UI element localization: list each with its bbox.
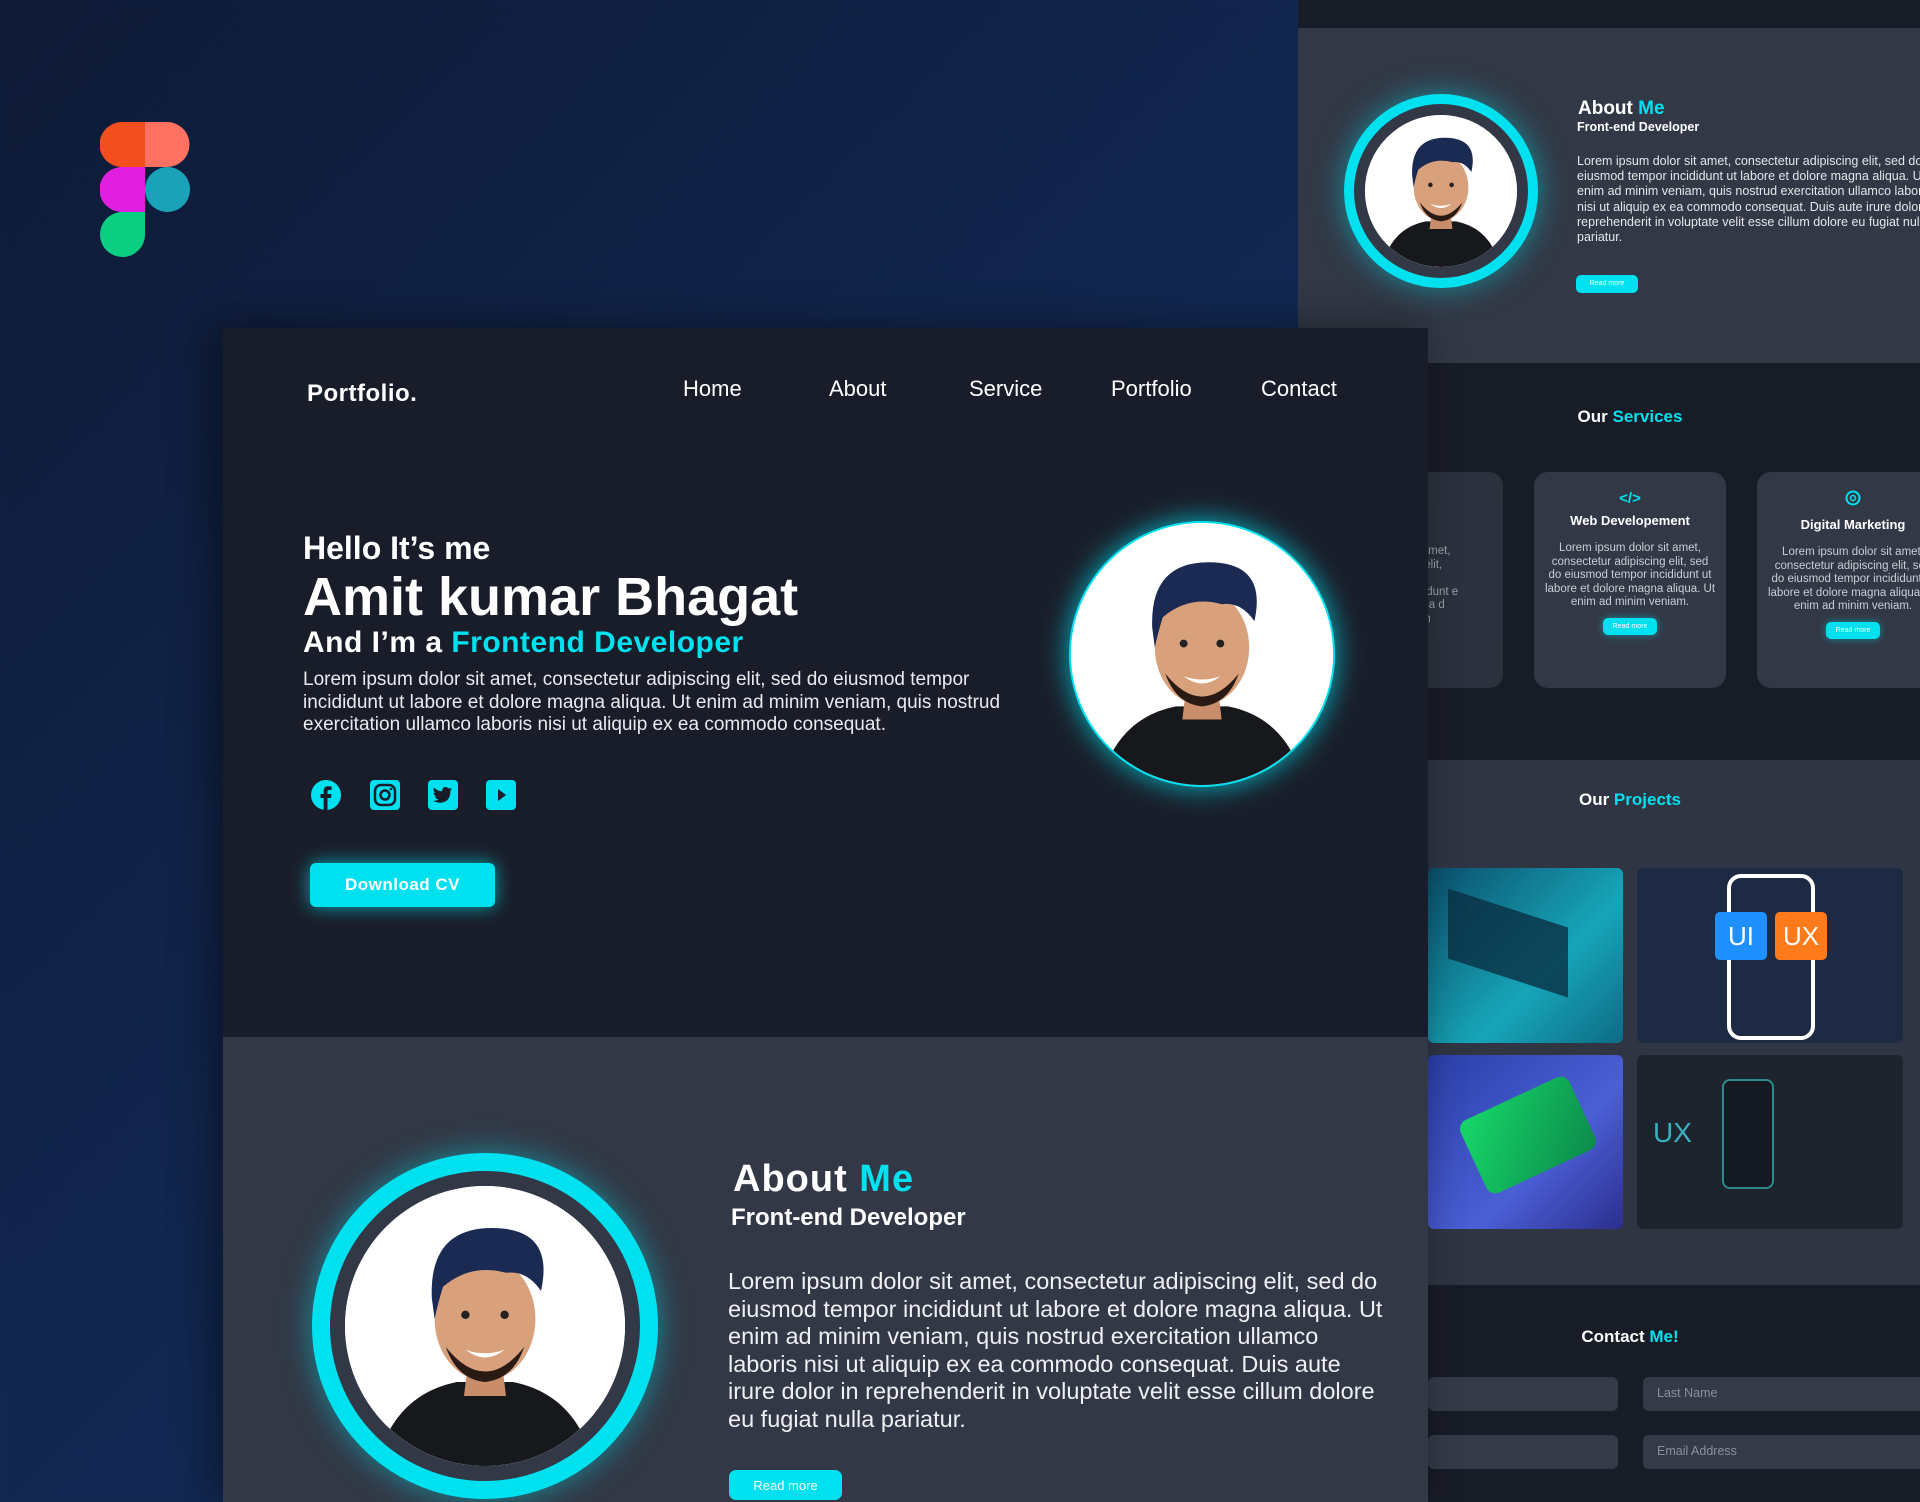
project-thumb-ux[interactable]: UX — [1637, 1055, 1903, 1229]
about-title: About Me — [1578, 98, 1665, 119]
facebook-icon[interactable] — [310, 779, 342, 811]
twitter-icon[interactable] — [427, 779, 459, 811]
read-more-button[interactable]: Read more — [1825, 621, 1881, 639]
project-thumb-laptop[interactable] — [1428, 868, 1623, 1043]
about-photo — [1365, 115, 1517, 267]
preview-about-section: About Me Front-end Developer Lorem ipsum… — [1298, 28, 1920, 363]
download-cv-button[interactable]: Download CV — [310, 863, 495, 907]
service-card-marketing: Digital Marketing Lorem ipsum dolor sit … — [1757, 472, 1920, 688]
nav-about[interactable]: About — [829, 376, 887, 402]
youtube-icon[interactable] — [485, 779, 517, 811]
code-icon: </> — [1619, 490, 1641, 507]
greeting: Hello It’s me — [303, 530, 491, 566]
phone-field[interactable] — [1428, 1435, 1618, 1469]
hero-description: Lorem ipsum dolor sit amet, consectetur … — [303, 669, 1001, 735]
email-field[interactable]: Email Address — [1643, 1435, 1920, 1469]
services-title: Our Services — [1577, 407, 1683, 426]
hero-role: And I’m a Frontend Developer — [303, 626, 744, 659]
hero-name: Amit kumar Bhagat — [303, 567, 799, 627]
portfolio-page: Portfolio. Home About Service Portfolio … — [223, 328, 1428, 1502]
project-thumb-mobile[interactable] — [1428, 1055, 1623, 1229]
first-name-field[interactable] — [1428, 1377, 1618, 1411]
ui-label: UI — [1715, 912, 1767, 960]
about-subtitle: Front-end Developer — [731, 1204, 966, 1231]
service-card-web: </> Web Developement Lorem ipsum dolor s… — [1534, 472, 1726, 688]
nav-service[interactable]: Service — [969, 376, 1042, 402]
ux-label: UX — [1653, 1117, 1692, 1148]
nav-portfolio[interactable]: Portfolio — [1111, 376, 1192, 402]
about-text: Lorem ipsum dolor sit amet, consectetur … — [1577, 154, 1920, 245]
projects-title: Our Projects — [1578, 790, 1682, 809]
hero-photo — [1069, 521, 1335, 787]
read-more-button[interactable]: Read more — [1602, 617, 1658, 635]
nav-contact[interactable]: Contact — [1261, 376, 1337, 402]
about-photo — [345, 1186, 625, 1466]
read-more-button[interactable]: Read more — [1576, 275, 1638, 293]
about-subtitle: Front-end Developer — [1577, 120, 1700, 134]
figma-logo — [100, 122, 190, 257]
logo[interactable]: Portfolio. — [307, 380, 417, 408]
last-name-field[interactable]: Last Name — [1643, 1377, 1920, 1411]
read-more-button[interactable]: Read more — [729, 1470, 842, 1500]
nav-home[interactable]: Home — [683, 376, 742, 402]
instagram-icon[interactable] — [369, 779, 401, 811]
hero-section: Portfolio. Home About Service Portfolio … — [223, 328, 1428, 1037]
contact-title: Contact Me! — [1581, 1327, 1679, 1346]
ux-label: UX — [1775, 912, 1827, 960]
project-thumb-uiux[interactable]: UI UX — [1637, 868, 1903, 1043]
about-text: Lorem ipsum dolor sit amet, consectetur … — [728, 1268, 1383, 1432]
target-icon — [1845, 490, 1861, 506]
about-title: About Me — [733, 1158, 915, 1200]
